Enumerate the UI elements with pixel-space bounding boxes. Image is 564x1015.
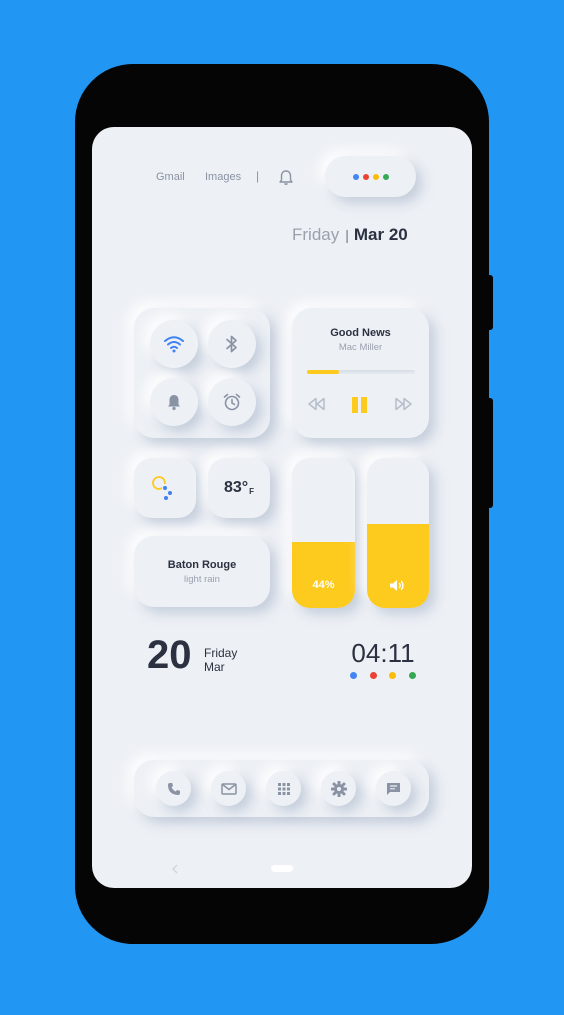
brightness-label: 44% [312,579,335,591]
bluetooth-toggle[interactable] [208,320,256,368]
google-dot-red [362,173,369,180]
city-name: Baton Rouge [167,559,237,571]
weekday-label: Friday [292,225,340,244]
weather-icon-tile[interactable] [134,458,196,518]
music-player-card: Good News Mac Miller [292,308,429,438]
wifi-icon [163,335,185,353]
mail-icon [220,782,237,795]
power-button [489,275,493,330]
temperature-value: 83° [223,479,249,496]
clock-dot-green [408,672,416,679]
clock-dot-blue [350,672,357,679]
song-progress-fill [307,370,340,374]
speaker-icon [389,579,406,592]
google-dot-green [382,173,389,180]
date-header: Friday | Mar 20 [292,225,412,245]
back-nav-icon[interactable] [172,864,178,874]
quick-toggles-card [134,308,270,438]
pause-icon[interactable] [351,396,369,414]
google-dot-blue [352,173,359,180]
wifi-toggle[interactable] [150,320,198,368]
clock-dot-yellow [389,672,397,679]
song-title: Good News [330,327,391,339]
apps-grid-icon [277,782,290,795]
volume-rocker [489,398,493,508]
gmail-link[interactable]: Gmail [156,171,185,183]
song-artist: Mac Miller [338,342,383,353]
weekday-text: Friday [204,646,238,660]
alarm-toggle[interactable] [208,378,256,426]
dock-mail-button[interactable] [211,771,246,806]
alarm-clock-icon [222,392,242,412]
fast-forward-icon[interactable] [393,397,413,411]
images-link[interactable]: Images [205,171,241,183]
bluetooth-icon [225,334,239,354]
day-number: 20 [147,633,192,677]
bell-icon [166,393,182,411]
month-text: Mar [204,660,225,674]
google-assistant-pill[interactable] [325,156,416,197]
clock-time[interactable]: 04:11 [348,640,418,666]
google-dot-yellow [372,173,379,180]
brightness-fill [292,542,355,608]
temperature-unit: F [249,486,255,496]
brightness-slider[interactable]: 44% [292,458,355,608]
clock-dots [348,672,418,679]
date-label: Mar 20 [353,225,408,244]
notification-toggle[interactable] [150,378,198,426]
dock-phone-button[interactable] [156,771,191,806]
weather-condition: light rain [184,574,220,585]
song-progress-track[interactable] [307,370,415,374]
date-separator: | [345,227,349,243]
app-dock [134,760,429,817]
location-card[interactable]: Baton Rouge light rain [134,536,270,607]
bell-icon[interactable] [278,169,294,186]
volume-fill [367,524,429,608]
home-nav-pill[interactable] [271,865,293,872]
partly-rainy-icon [150,474,180,502]
volume-slider[interactable] [367,458,429,608]
rewind-icon[interactable] [307,397,327,411]
dock-settings-button[interactable] [321,771,356,806]
clock-dot-red [369,672,377,679]
settings-gear-icon [330,780,347,797]
phone-icon [167,782,181,796]
dock-messages-button[interactable] [376,771,411,806]
dock-apps-button[interactable] [266,771,301,806]
header-separator: | [256,169,260,183]
messages-icon [386,782,401,796]
temperature-tile[interactable]: 83° F [208,458,270,518]
home-screen: Gmail Images | Friday | Mar 20 Good News… [92,127,472,888]
